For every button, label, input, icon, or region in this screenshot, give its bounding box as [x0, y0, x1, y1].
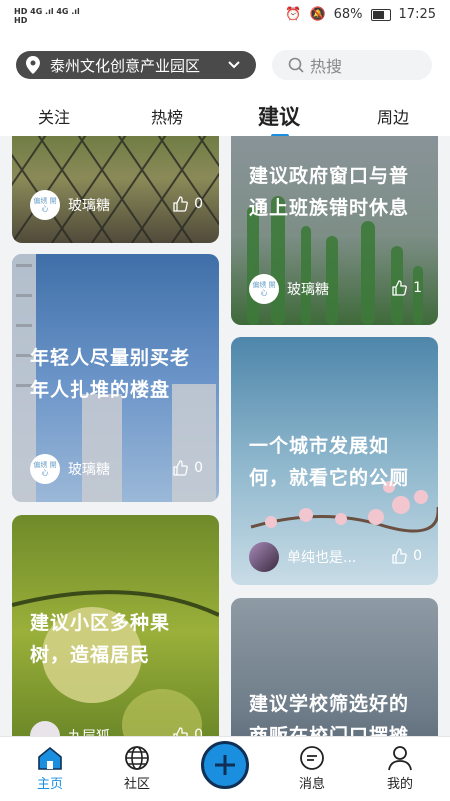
signal-indicators: HD 4G .ıl 4G .ıl HD — [14, 7, 80, 25]
post-card[interactable]: 一个城市发展如何，就看它的公厕 单纯也是... 0 — [231, 337, 438, 585]
post-card[interactable]: 年轻人尽量别买老年人扎堆的楼盘 偏绣 開心 玻璃糖 0 — [12, 254, 219, 502]
author-name: 单纯也是... — [287, 550, 357, 566]
search-icon — [288, 57, 304, 73]
status-bar: HD 4G .ıl 4G .ıl HD ⏰ 🔕 68% 17:25 — [0, 0, 450, 32]
user-icon — [370, 743, 430, 773]
like-button[interactable]: 1 — [391, 280, 422, 296]
post-card[interactable]: 建议学校筛选好的商贩在校门口摆摊 — [231, 598, 438, 736]
nav-community[interactable]: 社区 — [107, 743, 167, 792]
suggestion-feed: 偏绣 開心 玻璃糖 0 建议政府窗口与普通上班族错时休息 偏绣 開心 玻璃糖 1… — [0, 136, 450, 736]
post-title: 一个城市发展如何，就看它的公厕 — [249, 435, 410, 489]
author-name: 玻璃糖 — [287, 282, 329, 298]
nav-messages[interactable]: 消息 — [282, 743, 342, 792]
author-avatar: 偏绣 開心 — [30, 454, 60, 484]
post-author[interactable]: 单纯也是... — [249, 542, 356, 572]
like-button[interactable]: 0 — [391, 548, 422, 564]
like-count: 0 — [413, 548, 422, 564]
nav-me[interactable]: 我的 — [370, 743, 430, 792]
post-title: 建议政府窗口与普通上班族错时休息 — [249, 165, 410, 219]
like-button[interactable]: 0 — [172, 196, 203, 212]
tab-nearby[interactable]: 周边 — [377, 104, 409, 128]
nav-home-label: 主页 — [36, 777, 63, 792]
post-card[interactable]: 建议小区多种果树，造福居民 九层狐 0 — [12, 515, 219, 736]
author-avatar — [249, 542, 279, 572]
author-name: 玻璃糖 — [68, 462, 110, 478]
location-selector[interactable]: 泰州文化创意产业园区 — [16, 51, 256, 79]
location-label: 泰州文化创意产业园区 — [50, 56, 201, 75]
like-count: 0 — [194, 196, 203, 212]
post-card[interactable]: 建议政府窗口与普通上班族错时休息 偏绣 開心 玻璃糖 1 — [231, 136, 438, 325]
battery-percent: 68% — [333, 7, 363, 22]
thumb-up-icon — [173, 727, 188, 736]
nav-community-label: 社区 — [123, 777, 150, 792]
tab-bar: 关注 热榜 建议 周边 — [0, 96, 450, 138]
post-add-button[interactable] — [201, 741, 249, 789]
alarm-icon: ⏰ — [285, 7, 302, 22]
tab-hot[interactable]: 热榜 — [151, 104, 183, 128]
like-count: 0 — [194, 460, 203, 476]
like-count: 0 — [194, 727, 203, 736]
tab-suggestion[interactable]: 建议 — [258, 101, 300, 131]
chevron-down-icon — [228, 61, 240, 69]
author-avatar: 偏绣 開心 — [30, 190, 60, 220]
post-author[interactable]: 偏绣 開心 玻璃糖 — [249, 274, 329, 304]
location-pin-icon — [26, 56, 40, 74]
post-author[interactable]: 九层狐 — [30, 721, 110, 736]
post-author[interactable]: 偏绣 開心 玻璃糖 — [30, 454, 110, 484]
plus-icon — [215, 755, 235, 775]
mute-icon: 🔕 — [309, 7, 326, 22]
battery-icon — [370, 8, 391, 21]
author-avatar: 偏绣 開心 — [249, 274, 279, 304]
thumb-up-icon — [392, 280, 407, 296]
search-placeholder: 热搜 — [310, 57, 343, 76]
bottom-navigation: 主页 社区 消息 我的 — [0, 736, 450, 801]
like-button[interactable]: 0 — [172, 727, 203, 736]
thumb-up-icon — [392, 548, 407, 564]
tab-follow[interactable]: 关注 — [38, 104, 70, 128]
post-title: 年轻人尽量别买老年人扎堆的楼盘 — [30, 347, 191, 401]
post-title: 建议小区多种果树，造福居民 — [30, 612, 171, 666]
message-icon — [282, 743, 342, 773]
app-header: 泰州文化创意产业园区 热搜 关注 热榜 建议 周边 — [0, 32, 450, 138]
like-count: 1 — [413, 280, 422, 296]
post-author[interactable]: 偏绣 開心 玻璃糖 — [30, 190, 110, 220]
nav-messages-label: 消息 — [298, 777, 325, 792]
thumb-up-icon — [173, 196, 188, 212]
nav-home[interactable]: 主页 — [20, 743, 80, 792]
nav-me-label: 我的 — [386, 777, 413, 792]
clock: 17:25 — [398, 7, 436, 22]
author-name: 九层狐 — [68, 726, 110, 736]
home-icon — [20, 743, 80, 773]
post-card[interactable]: 偏绣 開心 玻璃糖 0 — [12, 136, 219, 243]
thumb-up-icon — [173, 460, 188, 476]
globe-icon — [107, 743, 167, 773]
like-button[interactable]: 0 — [172, 460, 203, 476]
status-right: ⏰ 🔕 68% 17:25 — [285, 7, 436, 22]
post-title: 建议学校筛选好的商贩在校门口摆摊 — [249, 693, 410, 736]
author-name: 玻璃糖 — [68, 198, 110, 214]
search-box[interactable]: 热搜 — [272, 50, 432, 80]
author-avatar — [30, 721, 60, 736]
